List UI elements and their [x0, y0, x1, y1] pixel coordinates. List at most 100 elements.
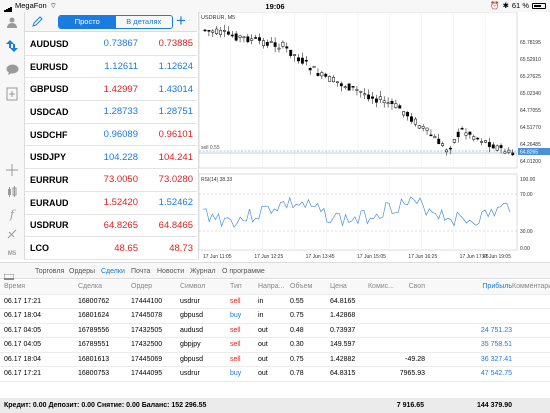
add-symbol-icon[interactable]: +: [176, 12, 186, 30]
price-tick-label: 64.51770: [520, 125, 541, 131]
quote-row[interactable]: LCO 48.65 48.73: [25, 237, 197, 260]
quote-ask: 1.43014: [158, 83, 193, 95]
status-bar: MegaFon ⌔ 19:06 ⏰ ✱ 61 %: [0, 0, 550, 12]
objects-icon[interactable]: [4, 226, 20, 242]
header-time[interactable]: Время: [4, 280, 64, 295]
tab-4[interactable]: Почта: [131, 263, 150, 280]
candle-body: [382, 100, 386, 104]
header-order[interactable]: Ордер: [131, 280, 177, 295]
deal-row[interactable]: 06.17 04:05 16789551 17432500 gbpjpy sell out…: [0, 338, 550, 353]
candle-body: [429, 134, 433, 137]
quote-row[interactable]: USDCHF 0.96089 0.96101: [25, 124, 197, 147]
time-tick-label: 17 Jun 13:45: [306, 254, 335, 260]
candle-body: [499, 145, 503, 149]
tab-5[interactable]: Новости: [157, 263, 184, 280]
candle-body: [441, 143, 445, 146]
price-tick-label: 65.02340: [520, 91, 541, 97]
candle-body: [324, 73, 328, 77]
price-tick-label: 64.01200: [520, 159, 541, 165]
header-symbol[interactable]: Символ: [180, 280, 222, 295]
deal-swap: 7965.93: [399, 370, 425, 377]
header-comment[interactable]: Комментарий: [512, 280, 550, 295]
deal-type: buy: [230, 370, 242, 377]
deal-time: 06.17 18:04: [4, 355, 41, 363]
quote-row[interactable]: EURRUR 73.0050 73.0280: [25, 169, 197, 192]
quote-row[interactable]: USDRUR 64.8265 64.8465: [25, 215, 197, 238]
deal-deal: 16789556: [78, 326, 110, 334]
tab-3[interactable]: Сделки: [101, 263, 125, 280]
deal-order: 17444095: [131, 370, 163, 377]
timeframe-icon[interactable]: M5: [4, 246, 20, 262]
quote-row[interactable]: AUDUSD 0.73867 0.73885: [25, 33, 197, 56]
candle-body: [238, 35, 242, 38]
deal-deal: 16801613: [78, 355, 110, 363]
chat-icon[interactable]: [4, 62, 20, 78]
quote-symbol: AUDUSD: [30, 38, 69, 49]
deal-row[interactable]: 06.17 18:04 16801613 17445069 gbpusd sell out…: [0, 353, 550, 367]
header-dir[interactable]: Напра...: [258, 280, 284, 295]
segment-detail[interactable]: В деталях: [116, 16, 173, 28]
candle-body: [410, 116, 413, 122]
candle-body: [293, 54, 297, 56]
deal-symbol: audusd: [180, 326, 203, 334]
edit-icon[interactable]: [31, 15, 43, 33]
tab-2[interactable]: Ордеры: [69, 263, 95, 280]
candle-body: [425, 127, 429, 131]
tab-1[interactable]: Торговля: [35, 263, 64, 280]
header-deal[interactable]: Сделка: [78, 280, 124, 295]
quote-ask: 64.8465: [158, 219, 193, 231]
deal-swap: -49.28: [405, 355, 425, 363]
view-mode-toggle: Просто В деталях: [58, 15, 173, 29]
deal-price: 64.8315: [330, 370, 356, 377]
quote-symbol: EURRUR: [30, 174, 69, 185]
candle-body: [421, 126, 425, 129]
quote-row[interactable]: GBPUSD 1.42997 1.43014: [25, 78, 197, 102]
crosshair-icon[interactable]: [4, 162, 20, 178]
indicators-icon[interactable]: f: [4, 206, 20, 222]
price-chart[interactable]: 65.78195 65.52910 65.27625 65.02340 64.77055…: [198, 11, 550, 260]
deal-row[interactable]: 06.17 17:21 16800753 17444095 usdrur buy out 0…: [0, 367, 550, 382]
quote-row[interactable]: EURUSD 1.12611 1.12624: [25, 56, 197, 79]
quote-row[interactable]: EURAUD 1.52420 1.52462: [25, 192, 197, 215]
quote-row[interactable]: USDJPY 104.228 104.241: [25, 146, 197, 170]
header-type[interactable]: Тип: [230, 280, 252, 295]
candle-body: [448, 147, 452, 150]
candle-body: [476, 137, 480, 140]
deal-price: 1.42868: [330, 312, 356, 319]
candle-body: [207, 30, 211, 32]
deal-row[interactable]: 06.17 04:05 16789556 17432505 audusd sell out…: [0, 324, 550, 338]
candle-body: [265, 42, 269, 46]
deal-dir: out: [258, 370, 268, 377]
quote-symbol: USDCHF: [30, 129, 68, 140]
quotes-icon[interactable]: [4, 38, 20, 54]
deal-type: sell: [230, 297, 241, 305]
candle-body: [246, 36, 250, 43]
terminal-tabs: Торговля Ордеры Сделки Почта Новости Журнал О …: [0, 262, 550, 282]
candle-body: [452, 139, 456, 143]
segment-simple[interactable]: Просто: [59, 16, 116, 28]
deal-row[interactable]: 06.17 18:04 16801624 17445078 gbpusd buy in 0.…: [0, 309, 550, 324]
deal-volume: 0.75: [290, 355, 304, 363]
candle-body: [300, 57, 304, 64]
user-icon[interactable]: [4, 14, 20, 30]
candle-body: [285, 46, 289, 49]
bluetooth-icon: ✱: [502, 1, 509, 10]
header-profit[interactable]: Прибыль: [430, 280, 512, 295]
quote-symbol: LCO: [30, 243, 49, 254]
quote-row[interactable]: USDCAD 1.28733 1.28751: [25, 101, 197, 124]
quote-bid: 0.73867: [103, 38, 138, 50]
candle-body: [308, 68, 312, 71]
chart-symbol-label: USDRUR, M5: [201, 15, 235, 21]
tab-6[interactable]: Журнал: [190, 263, 216, 280]
header-volume[interactable]: Объем: [290, 280, 320, 295]
deal-row[interactable]: 06.17 17:21 16800762 17444100 usdrur sell in 0…: [0, 295, 550, 309]
header-swap[interactable]: Своп: [395, 280, 425, 295]
new-order-icon[interactable]: [4, 86, 20, 102]
time-tick-label: 17 Jun 12:25: [254, 254, 283, 260]
tab-7[interactable]: О программе: [222, 263, 265, 280]
candle-body: [390, 100, 394, 105]
battery-percent: 61 %: [511, 1, 529, 10]
header-commission[interactable]: Комис...: [358, 280, 394, 295]
candles-icon[interactable]: [4, 184, 20, 200]
candle-body: [277, 47, 281, 50]
